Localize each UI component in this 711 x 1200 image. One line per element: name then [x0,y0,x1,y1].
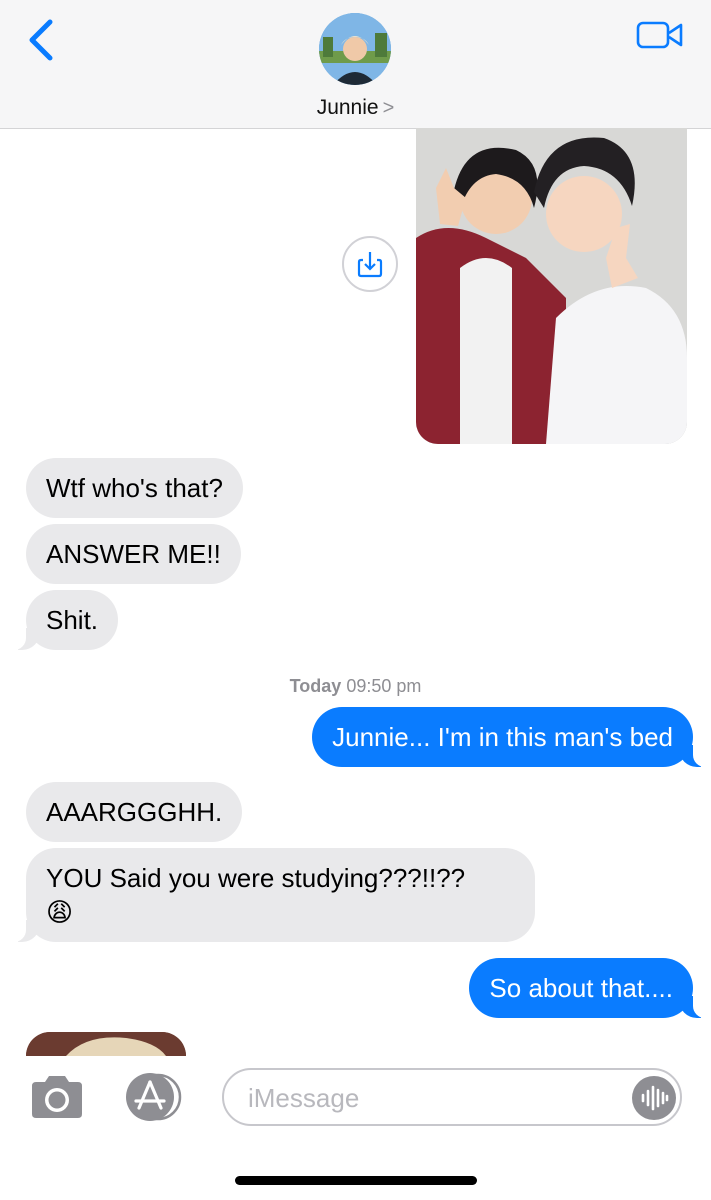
video-camera-icon[interactable] [636,20,684,50]
tired-face-emoji: 😩 [46,897,74,927]
incoming-message: YOU Said you were studying???!!?? 😩 [8,848,535,942]
conversation-header: Junnie > [0,0,711,129]
save-download-icon [357,252,383,278]
message-text: Junnie... I'm in this man's bed [332,722,673,752]
message-text: AAARGGGHH. [46,797,223,827]
back-chevron-icon[interactable] [22,18,62,62]
contact-name-row[interactable]: Junnie > [0,96,711,120]
contact-name[interactable]: Junnie [317,96,379,119]
message-text: ANSWER ME!! [46,539,221,569]
camera-icon[interactable] [28,1074,86,1120]
audio-waveform-button[interactable] [632,1076,676,1120]
message-text: Wtf who's that? [46,473,223,503]
incoming-message: ANSWER ME!! [26,524,241,584]
timestamp-time: 09:50 pm [346,676,422,696]
outgoing-message: Junnie... I'm in this man's bed [312,707,711,767]
timestamp-day: Today [289,676,342,696]
audio-waveform-icon [641,1085,669,1111]
message-text: YOU Said you were studying???!!?? [46,863,466,893]
chevron-right-icon: > [382,97,395,119]
app-store-icon[interactable] [120,1072,186,1122]
save-download-button[interactable] [342,236,398,292]
incoming-message: Shit. [7,590,119,650]
input-placeholder: iMessage [248,1083,360,1113]
home-indicator[interactable] [235,1176,477,1185]
photo-attachment[interactable] [416,128,687,444]
imessage-input[interactable]: iMessage [222,1068,682,1126]
incoming-message: AAARGGGHH. [26,782,243,842]
message-text: So about that.... [489,973,673,1003]
contact-avatar[interactable] [319,13,391,85]
message-timestamp: Today 09:50 pm [0,676,711,697]
outgoing-message: So about that.... [469,958,711,1018]
incoming-photo-preview[interactable] [26,1032,186,1056]
incoming-message: Wtf who's that? [26,458,243,518]
message-text: Shit. [46,605,99,635]
